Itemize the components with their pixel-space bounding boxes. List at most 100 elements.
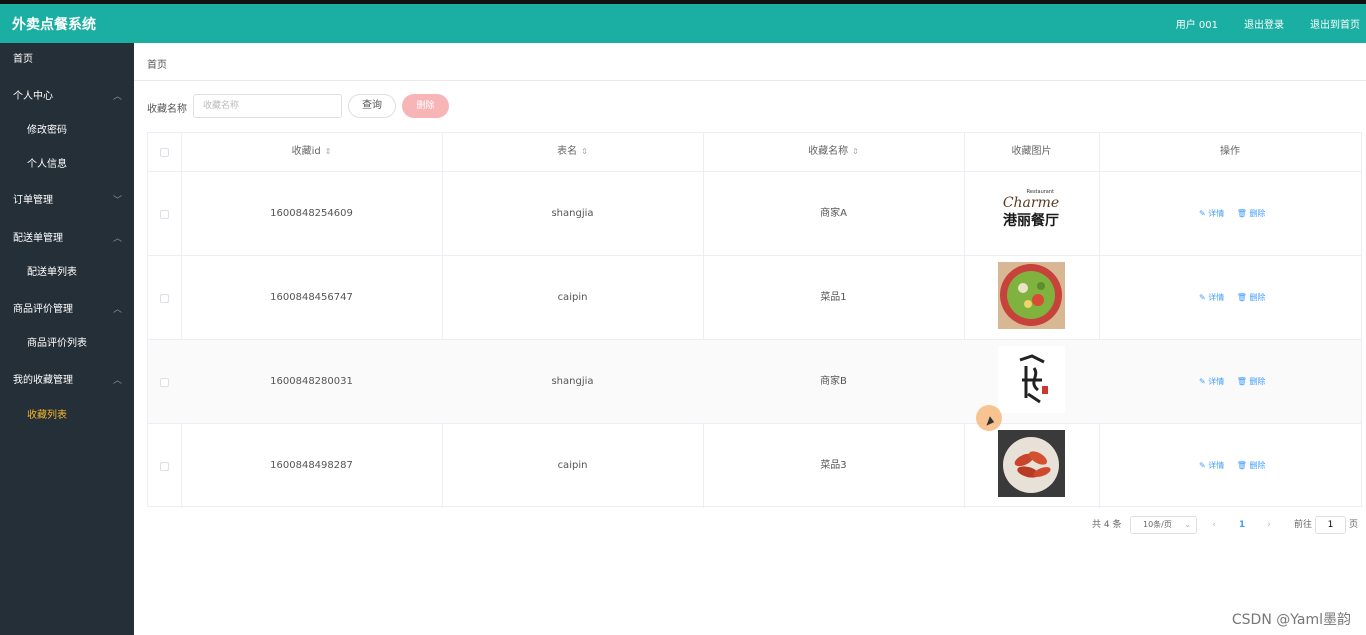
- sidebar-item-label: 商品评价列表: [27, 338, 87, 349]
- logo-brand-text: Charme: [1003, 195, 1059, 211]
- column-header-actions: 操作: [1220, 146, 1240, 157]
- sidebar-item-review-list[interactable]: 商品评价列表: [0, 329, 134, 359]
- select-all-checkbox[interactable]: [160, 148, 169, 157]
- sidebar-item-favorites-list[interactable]: 收藏列表: [0, 401, 134, 431]
- sidebar: 首页 个人中心 ︿ 修改密码 个人信息 订单管理 ﹀ 配送单管理 ︿ 配送单列表 商品…: [0, 43, 134, 635]
- cell-table-name: caipin: [557, 292, 588, 303]
- sidebar-item-personal-center[interactable]: 个人中心 ︿: [0, 82, 134, 112]
- sidebar-item-delivery-list[interactable]: 配送单列表: [0, 258, 134, 288]
- cell-id: 1600848498287: [270, 460, 353, 471]
- sidebar-item-label: 个人中心: [13, 91, 53, 102]
- sidebar-item-label: 个人信息: [27, 159, 67, 170]
- row-checkbox[interactable]: [160, 294, 169, 303]
- restaurant-logo-image: Restaurant Charme 港丽餐厅: [998, 178, 1065, 245]
- cell-name: 菜品1: [820, 292, 847, 303]
- sidebar-item-reviews[interactable]: 商品评价管理 ︿: [0, 295, 134, 325]
- breadcrumb[interactable]: 首页: [147, 56, 167, 71]
- table-row: 1600848456747 caipin 菜品1 ✎ 详情 🗑 删除: [148, 255, 1361, 339]
- sidebar-item-label: 首页: [13, 54, 33, 65]
- header-links: 用户 001 退出登录 退出到首页: [1176, 16, 1360, 31]
- details-label: 详情: [1208, 209, 1225, 218]
- row-checkbox[interactable]: [160, 462, 169, 471]
- logout-link[interactable]: 退出登录: [1244, 16, 1284, 31]
- sidebar-item-label: 配送单管理: [13, 233, 63, 244]
- calligraphy-logo-image: [998, 346, 1065, 413]
- delete-label: 删除: [1249, 293, 1266, 302]
- sort-icon[interactable]: ⇕: [852, 147, 859, 156]
- column-header-id[interactable]: 收藏id ⇕: [181, 133, 442, 171]
- search-label: 收藏名称: [147, 104, 187, 115]
- table-row: 1600848498287 caipin 菜品3 ✎ 详情 🗑 删除: [148, 423, 1361, 507]
- prev-page-icon[interactable]: ‹: [1206, 516, 1222, 534]
- search-input[interactable]: [193, 94, 342, 118]
- table-row: 1600848280031 shangjia 商家B ✎ 详情 🗑 删除: [148, 339, 1361, 423]
- page-number-current[interactable]: 1: [1234, 516, 1250, 534]
- page-unit-label: 页: [1349, 520, 1359, 530]
- sort-icon[interactable]: ⇕: [581, 147, 588, 156]
- cell-table-name: shangjia: [551, 376, 594, 387]
- details-link[interactable]: ✎ 详情: [1199, 377, 1224, 386]
- user-label[interactable]: 用户 001: [1176, 16, 1218, 31]
- details-label: 详情: [1208, 377, 1225, 386]
- column-header-label: 收藏id: [291, 146, 321, 157]
- column-header-image: 收藏图片: [1011, 146, 1052, 157]
- salad-bowl-image: [998, 262, 1065, 329]
- chevron-up-icon: ︿: [112, 376, 122, 386]
- page-size-value: 10条/页: [1143, 520, 1172, 529]
- cell-name: 商家A: [820, 208, 847, 219]
- sidebar-item-label: 我的收藏管理: [13, 375, 73, 386]
- column-header-label: 表名: [557, 146, 578, 157]
- delete-link[interactable]: 🗑 删除: [1237, 209, 1266, 218]
- details-label: 详情: [1208, 293, 1225, 302]
- delete-link[interactable]: 🗑 删除: [1237, 377, 1266, 386]
- details-link[interactable]: ✎ 详情: [1199, 293, 1224, 302]
- details-link[interactable]: ✎ 详情: [1199, 209, 1224, 218]
- row-actions: ✎ 详情 🗑 删除: [1199, 424, 1276, 508]
- details-label: 详情: [1208, 461, 1225, 470]
- row-actions: ✎ 详情 🗑 删除: [1199, 172, 1276, 256]
- row-checkbox[interactable]: [160, 378, 169, 387]
- sort-icon[interactable]: ⇕: [325, 147, 332, 156]
- column-header-table-name[interactable]: 表名 ⇕: [442, 133, 703, 171]
- total-count: 共 4 条: [1092, 520, 1122, 530]
- next-page-icon[interactable]: ›: [1261, 516, 1277, 534]
- column-header-label: 收藏名称: [808, 146, 849, 157]
- cell-id: 1600848456747: [270, 292, 353, 303]
- cell-id: 1600848254609: [270, 208, 353, 219]
- goto-label: 前往: [1294, 520, 1313, 530]
- sidebar-item-favorites[interactable]: 我的收藏管理 ︿: [0, 366, 134, 396]
- chevron-up-icon: ︿: [112, 92, 122, 102]
- sidebar-item-change-password[interactable]: 修改密码: [0, 116, 134, 146]
- cell-table-name: shangjia: [551, 208, 594, 219]
- chevron-up-icon: ︿: [112, 305, 122, 315]
- app-title: 外卖点餐系统: [12, 17, 96, 33]
- favorites-table: 收藏id ⇕ 表名 ⇕ 收藏名称 ⇕ 收藏图片 操作 1600848254609 sh…: [147, 132, 1362, 508]
- chevron-up-icon: ︿: [112, 234, 122, 244]
- goto-page-input[interactable]: [1315, 516, 1346, 534]
- sidebar-item-label: 商品评价管理: [13, 304, 73, 315]
- column-header-name[interactable]: 收藏名称 ⇕: [703, 133, 964, 171]
- logo-cn-text: 港丽餐厅: [1003, 212, 1059, 229]
- cell-table-name: caipin: [557, 460, 588, 471]
- delete-link[interactable]: 🗑 删除: [1237, 293, 1266, 302]
- sidebar-item-delivery[interactable]: 配送单管理 ︿: [0, 224, 134, 254]
- delete-link[interactable]: 🗑 删除: [1237, 461, 1266, 470]
- main-content: 首页 收藏名称 查询 删除 收藏id⇕ 表名⇕ 收藏名称⇕ 收藏图片 操作 16…: [134, 43, 1366, 635]
- sidebar-item-orders[interactable]: 订单管理 ﹀: [0, 186, 134, 216]
- sidebar-item-personal-info[interactable]: 个人信息: [0, 150, 134, 180]
- exit-to-home-link[interactable]: 退出到首页: [1310, 16, 1360, 31]
- query-button[interactable]: 查询: [348, 94, 396, 118]
- sidebar-item-label: 收藏列表: [27, 410, 67, 421]
- batch-delete-button[interactable]: 删除: [402, 94, 449, 118]
- details-link[interactable]: ✎ 详情: [1199, 461, 1224, 470]
- row-checkbox[interactable]: [160, 210, 169, 219]
- sidebar-item-home[interactable]: 首页: [0, 45, 134, 75]
- sidebar-item-label: 配送单列表: [27, 267, 77, 278]
- cell-name: 菜品3: [820, 460, 847, 471]
- page-size-select[interactable]: 10条/页 ⌄: [1130, 516, 1197, 534]
- table-row: 1600848254609 shangjia 商家A Restaurant Ch…: [148, 171, 1361, 255]
- cell-name: 商家B: [820, 376, 847, 387]
- crayfish-plate-image: [998, 430, 1065, 497]
- watermark: CSDN @Yaml墨韵: [1231, 612, 1351, 628]
- delete-label: 删除: [1249, 209, 1266, 218]
